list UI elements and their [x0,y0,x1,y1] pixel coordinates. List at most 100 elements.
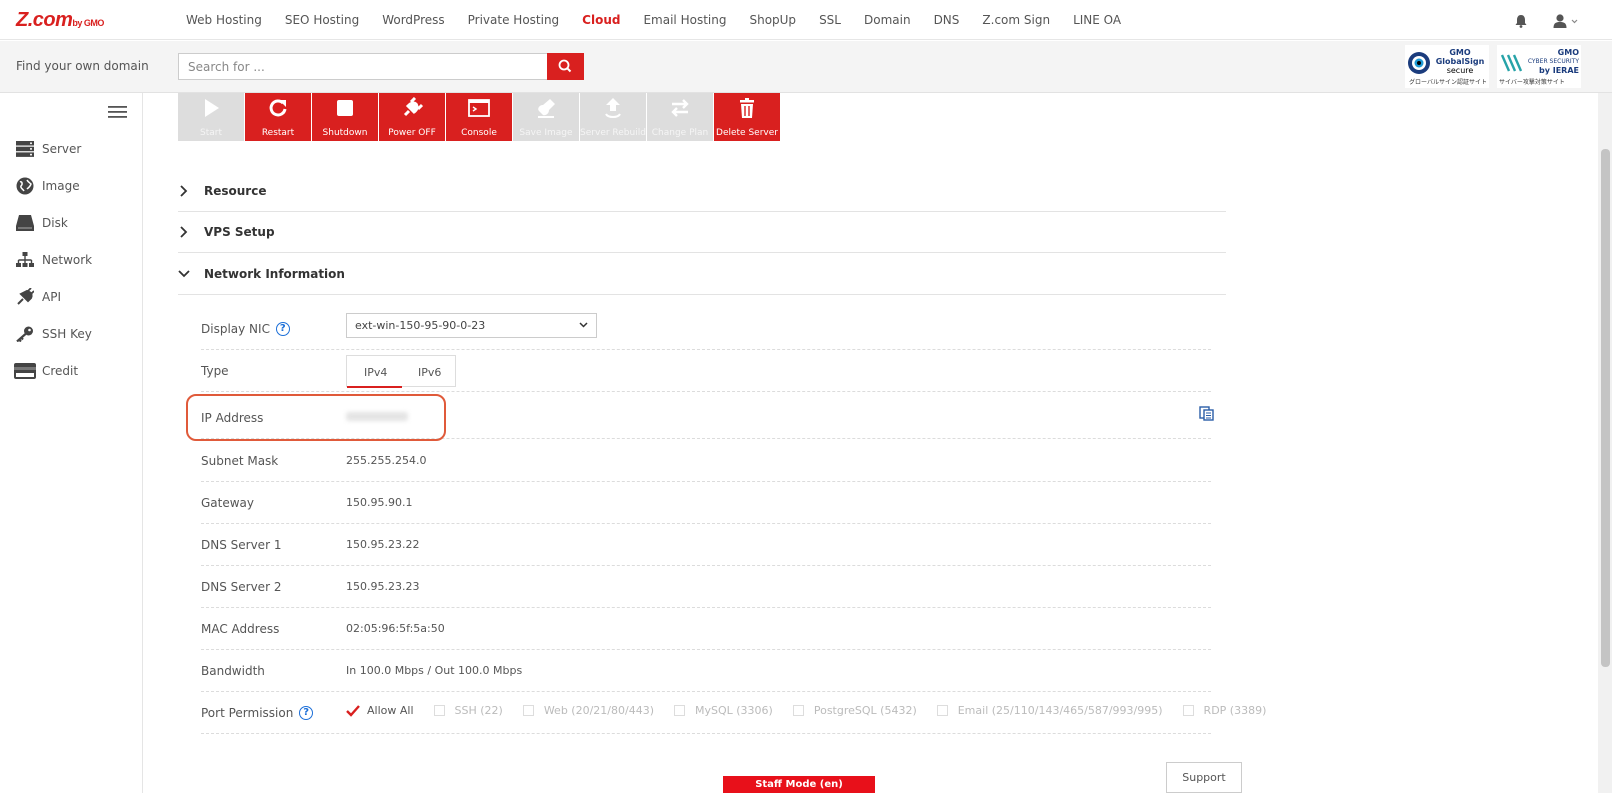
ierae-line3: by IERAE [1539,66,1579,75]
save-image-button[interactable]: Save Image [513,93,579,141]
port-web-checkbox[interactable] [522,705,534,716]
port-rdp-checkbox[interactable] [1182,705,1194,716]
restart-button[interactable]: Restart [245,93,311,141]
support-button[interactable]: Support [1166,762,1242,793]
ip-address-highlight [186,394,446,441]
port-email-label: Email (25/110/143/465/587/993/995) [957,704,1163,717]
port-ssh-checkbox[interactable] [433,705,445,716]
api-icon [14,287,36,307]
help-icon[interactable]: ? [299,706,314,720]
dns-server-1-label: DNS Server 1 [201,538,282,552]
power-off-label: Power OFF [388,128,436,138]
display-nic-select[interactable]: ext-win-150-95-90-0-23 [346,313,597,338]
sidebar-item-ssh-key[interactable]: SSH Key [14,323,92,345]
play-icon [178,97,244,119]
display-nic-label: Display NIC [201,322,270,336]
sidebar-item-label: Server [42,142,82,156]
sidebar-item-label: Image [42,179,80,193]
nav-seo-hosting[interactable]: SEO Hosting [285,13,359,27]
gateway-value: 150.95.90.1 [346,496,413,509]
nav-private-hosting[interactable]: Private Hosting [468,13,560,27]
sidebar-item-network[interactable]: Network [14,249,92,271]
rebuild-icon [580,97,646,119]
checkmark-icon[interactable] [346,704,360,717]
nav-web-hosting[interactable]: Web Hosting [186,13,262,27]
display-nic-value: ext-win-150-95-90-0-23 [355,319,486,332]
start-button[interactable]: Start [178,93,244,141]
search-button[interactable] [547,53,584,80]
globalsign-line3: secure [1446,66,1474,75]
sidebar-item-credit[interactable]: Credit [14,360,78,382]
ierae-line1: GMO [1557,48,1579,57]
domain-search-input[interactable]: Search for ... [178,53,548,80]
globalsign-seal[interactable]: GMO GlobalSign secure グローバルサイン認証サイト [1405,45,1489,88]
bandwidth-value: In 100.0 Mbps / Out 100.0 Mbps [346,664,523,677]
port-mysql-checkbox[interactable] [674,705,685,716]
power-off-button[interactable]: Power OFF [379,93,445,141]
shutdown-button[interactable]: Shutdown [312,93,378,141]
port-postgres-checkbox[interactable] [792,705,804,716]
save-image-icon [513,97,579,119]
row-port-permission: Port Permission ? Allow All SSH (22) Web… [201,692,1266,734]
section-resource[interactable]: Resource [178,171,1226,212]
nav-cloud[interactable]: Cloud [582,13,620,27]
staff-mode-banner: Staff Mode (en) [723,776,875,793]
bandwidth-label: Bandwidth [201,664,265,678]
tab-ipv6[interactable]: IPv6 [418,366,441,379]
dns-server-2-value: 150.95.23.23 [346,580,420,593]
sidebar-item-api[interactable]: API [14,286,61,308]
sidebar-item-disk[interactable]: Disk [14,212,68,234]
sidebar-item-image[interactable]: Image [14,175,80,197]
port-allow-all-label[interactable]: Allow All [367,704,414,717]
logo-text: Z.com [16,9,73,31]
field-label: Display NIC ? [201,322,290,336]
plug-icon [379,97,445,119]
gateway-label: Gateway [201,496,255,510]
section-network-information[interactable]: Network Information [178,254,1226,295]
zcom-logo[interactable]: Z.comby GMO [16,9,104,32]
tab-ipv4[interactable]: IPv4 [364,366,387,379]
row-subnet-mask: Subnet Mask 255.255.254.0 [201,440,1211,482]
trash-icon [714,97,780,119]
server-rebuild-button[interactable]: Server Rebuild [580,93,646,141]
change-plan-button[interactable]: Change Plan [647,93,713,141]
bell-icon[interactable] [1514,14,1528,28]
globalsign-line4: グローバルサイン認証サイト [1409,79,1487,86]
ierae-seal[interactable]: GMO CYBER SECURITY by IERAE サイバー攻撃対策サイト [1497,45,1581,88]
nav-dns[interactable]: DNS [934,13,960,27]
hamburger-menu-icon[interactable] [108,105,127,119]
sidebar-item-server[interactable]: Server [14,138,81,160]
nav-domain[interactable]: Domain [864,13,911,27]
copy-clipboard-icon[interactable] [1199,405,1215,421]
terminal-icon [446,97,512,119]
nav-wordpress[interactable]: WordPress [382,13,444,27]
change-plan-label: Change Plan [651,128,709,138]
sidebar: Server Image Disk Network API SSH Key Cr… [0,93,143,793]
section-title: VPS Setup [204,225,275,239]
ip-version-tabs: IPv4 IPv6 [346,355,456,388]
swap-arrows-icon [647,97,713,119]
ierae-line4: サイバー攻撃対策サイト [1499,79,1565,86]
nav-line-oa[interactable]: LINE OA [1073,13,1121,27]
user-account-icon[interactable] [1553,14,1579,28]
console-label: Console [461,128,497,138]
console-button[interactable]: Console [446,93,512,141]
network-icon [14,250,36,270]
nav-zcom-sign[interactable]: Z.com Sign [982,13,1050,27]
delete-server-label: Delete Server [716,128,778,138]
active-tab-indicator [347,386,402,388]
row-bandwidth: Bandwidth In 100.0 Mbps / Out 100.0 Mbps [201,650,1211,692]
nav-ssl[interactable]: SSL [819,13,841,27]
sidebar-item-label: API [42,290,61,304]
row-gateway: Gateway 150.95.90.1 [201,482,1211,524]
port-email-checkbox[interactable] [936,705,948,716]
subnet-mask-label: Subnet Mask [201,454,279,468]
section-title: Network Information [204,267,345,281]
help-icon[interactable]: ? [275,322,290,336]
section-vps-setup[interactable]: VPS Setup [178,212,1226,253]
delete-server-button[interactable]: Delete Server [714,93,780,141]
nav-shopup[interactable]: ShopUp [749,13,796,27]
section-title: Resource [204,184,267,198]
nav-email-hosting[interactable]: Email Hosting [643,13,726,27]
page-scrollbar-thumb[interactable] [1601,149,1610,667]
